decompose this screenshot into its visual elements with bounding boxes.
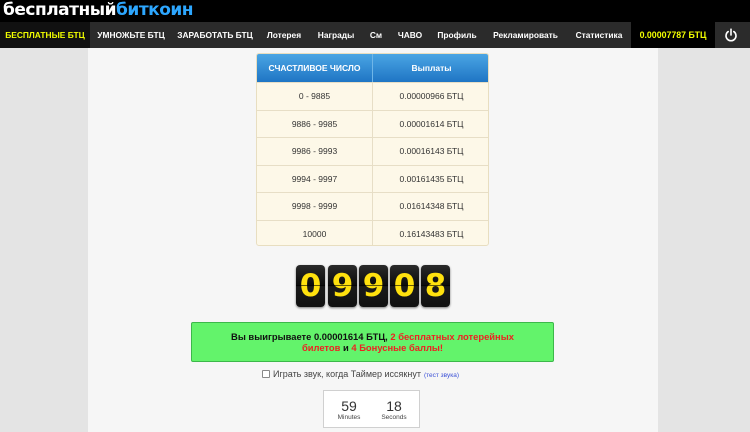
bonus-points-text: 4 Бонусные баллы! xyxy=(351,341,444,353)
nav-faq[interactable]: ЧАВО xyxy=(390,22,430,48)
timer-seconds-label: Seconds xyxy=(381,414,407,421)
nav-multiply-btc[interactable]: УМНОЖЬТЕ БТЦ xyxy=(90,22,172,48)
table-row: 9886 - 9985 0.00001614 БТЦ xyxy=(257,109,488,138)
win-message: Вы выигрываете 0.00001614 БТЦ, 2 бесплат… xyxy=(191,322,554,362)
nav-earn-btc[interactable]: ЗАРАБОТАТЬ БТЦ xyxy=(172,22,258,48)
nav-more[interactable]: См xyxy=(362,22,390,48)
table-row: 9994 - 9997 0.00161435 БТЦ xyxy=(257,164,488,193)
nav-profile[interactable]: Профиль xyxy=(430,22,484,48)
payout-cell: 0.00001614 БТЦ xyxy=(399,118,464,129)
nav-free-btc[interactable]: БЕСПЛАТНЫЕ БТЦ xyxy=(0,22,90,48)
win-joiner-text: и xyxy=(343,341,349,353)
range-cell: 9998 - 9999 xyxy=(257,193,373,220)
payout-cell: 0.00000966 БТЦ xyxy=(399,91,464,101)
table-row: 9986 - 9993 0.00016143 БТЦ xyxy=(257,137,488,165)
logo-part-2: биткоин xyxy=(116,0,194,20)
range-cell: 10000 xyxy=(257,220,373,245)
test-sound-link[interactable]: (тест звука) xyxy=(424,372,459,379)
payout-cell: 0.00161435 БТЦ xyxy=(399,173,464,184)
range-cell: 9986 - 9993 xyxy=(257,138,373,165)
roll-digit: 9 xyxy=(328,265,357,307)
win-amount-text: Вы выигрываете 0.00001614 БТЦ, xyxy=(231,331,388,342)
top-bar: бесплатныйбиткоин xyxy=(0,0,750,22)
countdown-timer: 59 Minutes 18 Seconds xyxy=(323,390,420,428)
nav-rewards[interactable]: Награды xyxy=(310,22,362,48)
play-sound-label[interactable]: Играть звук, когда Таймер иссякнут xyxy=(273,369,421,379)
nav-stats[interactable]: Статистика xyxy=(567,22,631,48)
sound-option: Играть звук, когда Таймер иссякнут (тест … xyxy=(262,368,459,380)
nav-advertise[interactable]: Рекламировать xyxy=(484,22,567,48)
table-row: 10000 0.16143483 БТЦ xyxy=(257,219,488,245)
range-cell: 9886 - 9985 xyxy=(257,110,373,138)
site-logo[interactable]: бесплатныйбиткоин xyxy=(3,0,194,20)
timer-seconds: 18 xyxy=(386,398,402,414)
nav-lottery[interactable]: Лотерея xyxy=(258,22,310,48)
logo-part-1: бесплатный xyxy=(3,0,117,20)
main-nav: БЕСПЛАТНЫЕ БТЦ УМНОЖЬТЕ БТЦ ЗАРАБОТАТЬ Б… xyxy=(0,22,750,48)
roll-digit: 0 xyxy=(390,265,419,307)
range-cell: 0 - 9885 xyxy=(257,83,373,110)
range-cell: 9994 - 9997 xyxy=(257,165,373,193)
power-icon[interactable] xyxy=(724,28,738,42)
roll-digit: 0 xyxy=(296,265,325,307)
payout-cell: 0.00016143 БТЦ xyxy=(399,146,464,156)
roll-digit: 9 xyxy=(359,265,388,307)
payout-cell: 0.16143483 БТЦ xyxy=(399,228,464,239)
roll-digit: 8 xyxy=(421,265,450,307)
table-row: 9998 - 9999 0.01614348 БТЦ xyxy=(257,192,488,220)
timer-minutes: 59 xyxy=(341,398,357,414)
table-row: 0 - 9885 0.00000966 БТЦ xyxy=(257,82,488,110)
play-sound-checkbox[interactable] xyxy=(262,370,270,378)
header-lucky-number: СЧАСТЛИВОЕ ЧИСЛО xyxy=(257,54,373,82)
header-payouts: Выплаты xyxy=(373,54,488,82)
timer-minutes-label: Minutes xyxy=(337,414,361,421)
payout-table: СЧАСТЛИВОЕ ЧИСЛО Выплаты 0 - 9885 0.0000… xyxy=(256,53,489,246)
balance-display: 0.00007787 БТЦ xyxy=(631,22,715,48)
payout-cell: 0.01614348 БТЦ xyxy=(399,201,464,211)
